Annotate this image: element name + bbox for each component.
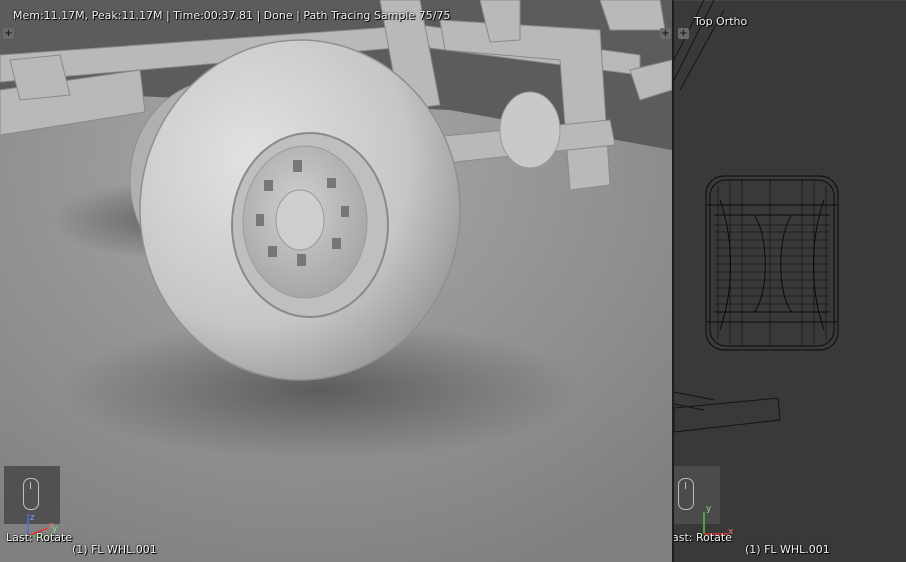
axis-label-y: y	[706, 504, 712, 514]
region-toggle-plus-icon[interactable]: +	[660, 28, 671, 39]
active-object-label: (1) FL WHL.001	[745, 543, 830, 556]
blender-window: Mem:11.17M, Peak:11.17M | Time:00:37.81 …	[0, 0, 906, 562]
ortho-viewport[interactable]: Top Ortho + y x ast: Rotate (1) FL WHL.0…	[674, 0, 906, 562]
mouse-icon	[23, 478, 39, 510]
axis-label-z: z	[30, 513, 35, 523]
render-status-text: Mem:11.17M, Peak:11.17M | Time:00:37.81 …	[13, 9, 451, 22]
render-viewport[interactable]: Mem:11.17M, Peak:11.17M | Time:00:37.81 …	[0, 0, 672, 562]
active-object-label: (1) FL WHL.001	[72, 543, 157, 556]
region-toggle-plus-icon[interactable]: +	[678, 28, 689, 39]
rendered-wheel-image	[0, 0, 672, 562]
last-operator-label: ast: Rotate	[674, 531, 733, 544]
last-operator-label: Last: Rotate	[6, 531, 73, 544]
view-name-label: Top Ortho	[694, 15, 748, 28]
region-toggle-plus-icon[interactable]: +	[3, 28, 14, 39]
